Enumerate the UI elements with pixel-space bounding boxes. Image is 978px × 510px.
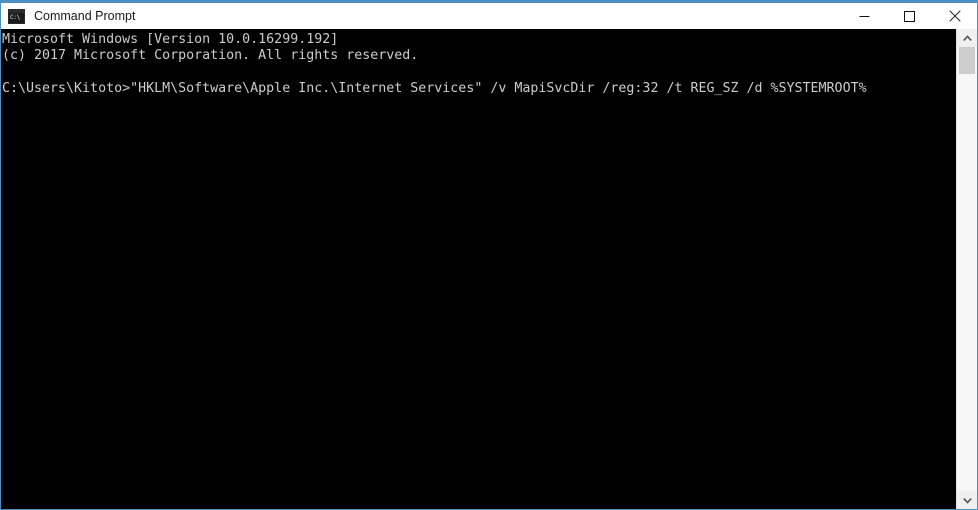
terminal-output-area[interactable]: Microsoft Windows [Version 10.0.16299.19… xyxy=(1,29,956,509)
terminal-command-line: C:\Users\Kitoto>"HKLM\Software\Apple Inc… xyxy=(2,80,867,96)
window-title: Command Prompt xyxy=(34,9,136,23)
command-prompt-icon-glyph: C:\ xyxy=(9,12,24,23)
command-prompt-window: C:\ Command Prompt Microsoft Windows [Ve… xyxy=(0,0,978,510)
terminal-line: Microsoft Windows [Version 10.0.16299.19… xyxy=(2,32,339,47)
chevron-down-icon xyxy=(962,497,972,504)
title-bar[interactable]: C:\ Command Prompt xyxy=(1,3,977,29)
window-controls xyxy=(842,3,977,29)
maximize-button[interactable] xyxy=(887,3,932,29)
vertical-scrollbar[interactable] xyxy=(956,29,977,509)
scrollbar-track[interactable] xyxy=(957,47,977,491)
title-bar-left: C:\ Command Prompt xyxy=(1,3,842,29)
minimize-icon xyxy=(859,15,870,17)
scrollbar-down-button[interactable] xyxy=(957,491,977,509)
scrollbar-up-button[interactable] xyxy=(957,29,977,47)
scrollbar-thumb[interactable] xyxy=(959,47,975,74)
command-prompt-icon: C:\ xyxy=(8,8,25,24)
minimize-button[interactable] xyxy=(842,3,887,29)
chevron-up-icon xyxy=(962,34,972,41)
terminal-line: (c) 2017 Microsoft Corporation. All righ… xyxy=(2,48,419,64)
maximize-icon xyxy=(904,10,915,22)
close-icon xyxy=(948,10,961,22)
close-button[interactable] xyxy=(932,3,977,29)
